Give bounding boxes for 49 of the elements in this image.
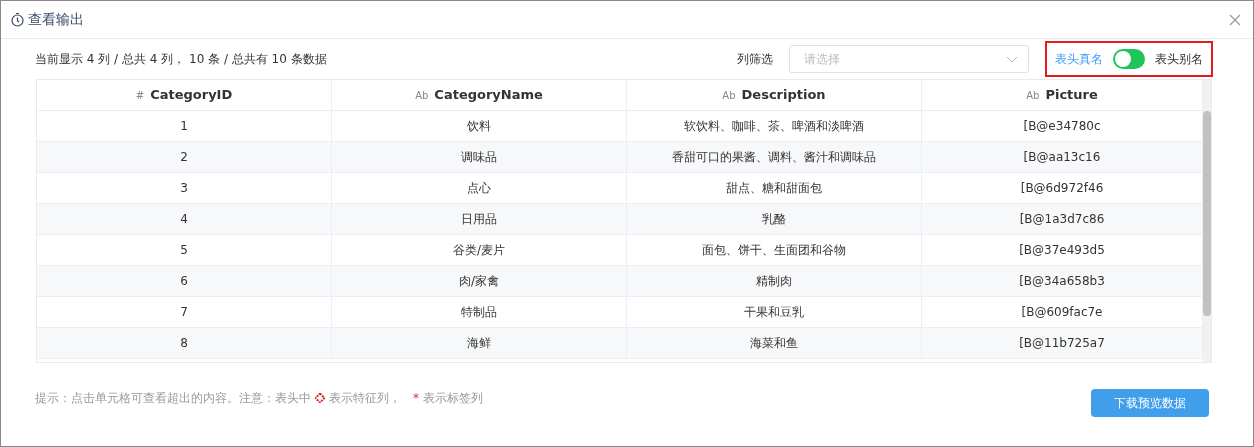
column-name: Picture	[1045, 86, 1098, 105]
table-cell[interactable]: 7	[37, 297, 332, 327]
table-cell[interactable]: 特制品	[332, 297, 627, 327]
table-cell[interactable]: 3	[37, 173, 332, 203]
scrollbar[interactable]	[1203, 80, 1211, 362]
table-cell[interactable]: 谷类/麦片	[332, 235, 627, 265]
hint-text: 表示标签列	[423, 390, 483, 407]
table-cell[interactable]: 饮料	[332, 111, 627, 141]
asterisk-mark: *	[413, 390, 419, 407]
table-cell[interactable]: 乳酪	[627, 204, 922, 234]
table-cell[interactable]: 软饮料、咖啡、茶、啤酒和淡啤酒	[627, 111, 922, 141]
hint-text: 表示特征列，	[329, 390, 401, 407]
column-header[interactable]: Ab Description	[627, 80, 922, 110]
table-cell[interactable]: 1	[37, 111, 332, 141]
table-cell[interactable]: 海菜和鱼	[627, 328, 922, 358]
timer-icon	[11, 12, 24, 27]
table-cell[interactable]: 4	[37, 204, 332, 234]
column-name: CategoryID	[150, 86, 233, 105]
table-cell[interactable]: 面包、饼干、生面团和谷物	[627, 235, 922, 265]
filter-label: 列筛选	[737, 51, 773, 68]
table-cell[interactable]: 点心	[332, 173, 627, 203]
summary-text: 当前显示 4 列 / 总共 4 列， 10 条 / 总共有 10 条数据	[35, 51, 327, 68]
table-cell[interactable]: 5	[37, 235, 332, 265]
close-icon[interactable]	[1229, 13, 1241, 26]
column-name: Description	[741, 86, 826, 105]
table-cell[interactable]: 精制肉	[627, 266, 922, 296]
dialog-title: 查看输出	[28, 10, 84, 29]
chevron-down-icon	[1006, 55, 1018, 63]
hint-text: 提示：点击单元格可查看超出的内容。注意：表头中	[35, 390, 311, 407]
column-header[interactable]: Ab CategoryName	[332, 80, 627, 110]
alias-name-option[interactable]: 表头别名	[1155, 50, 1203, 68]
table-cell[interactable]: 香甜可口的果酱、调料、酱汁和调味品	[627, 142, 922, 172]
type-mark: Ab	[722, 88, 736, 103]
column-name: CategoryName	[434, 86, 543, 105]
table-cell[interactable]: 甜点、糖和甜面包	[627, 173, 922, 203]
type-mark: Ab	[415, 88, 429, 103]
table-cell[interactable]: 6	[37, 266, 332, 296]
column-header[interactable]: # CategoryID	[37, 80, 332, 110]
table-cell[interactable]: 海鲜	[332, 328, 627, 358]
table-cell[interactable]: 日用品	[332, 204, 627, 234]
toggle-switch[interactable]	[1113, 49, 1145, 69]
type-mark: Ab	[1026, 88, 1040, 103]
feature-diamond-icon	[315, 393, 325, 403]
table-cell[interactable]: 肉/家禽	[332, 266, 627, 296]
table-cell[interactable]: 干果和豆乳	[627, 297, 922, 327]
table-cell[interactable]: 8	[37, 328, 332, 358]
type-mark: #	[135, 88, 145, 103]
table-cell[interactable]: 2	[37, 142, 332, 172]
table-cell[interactable]: 调味品	[332, 142, 627, 172]
